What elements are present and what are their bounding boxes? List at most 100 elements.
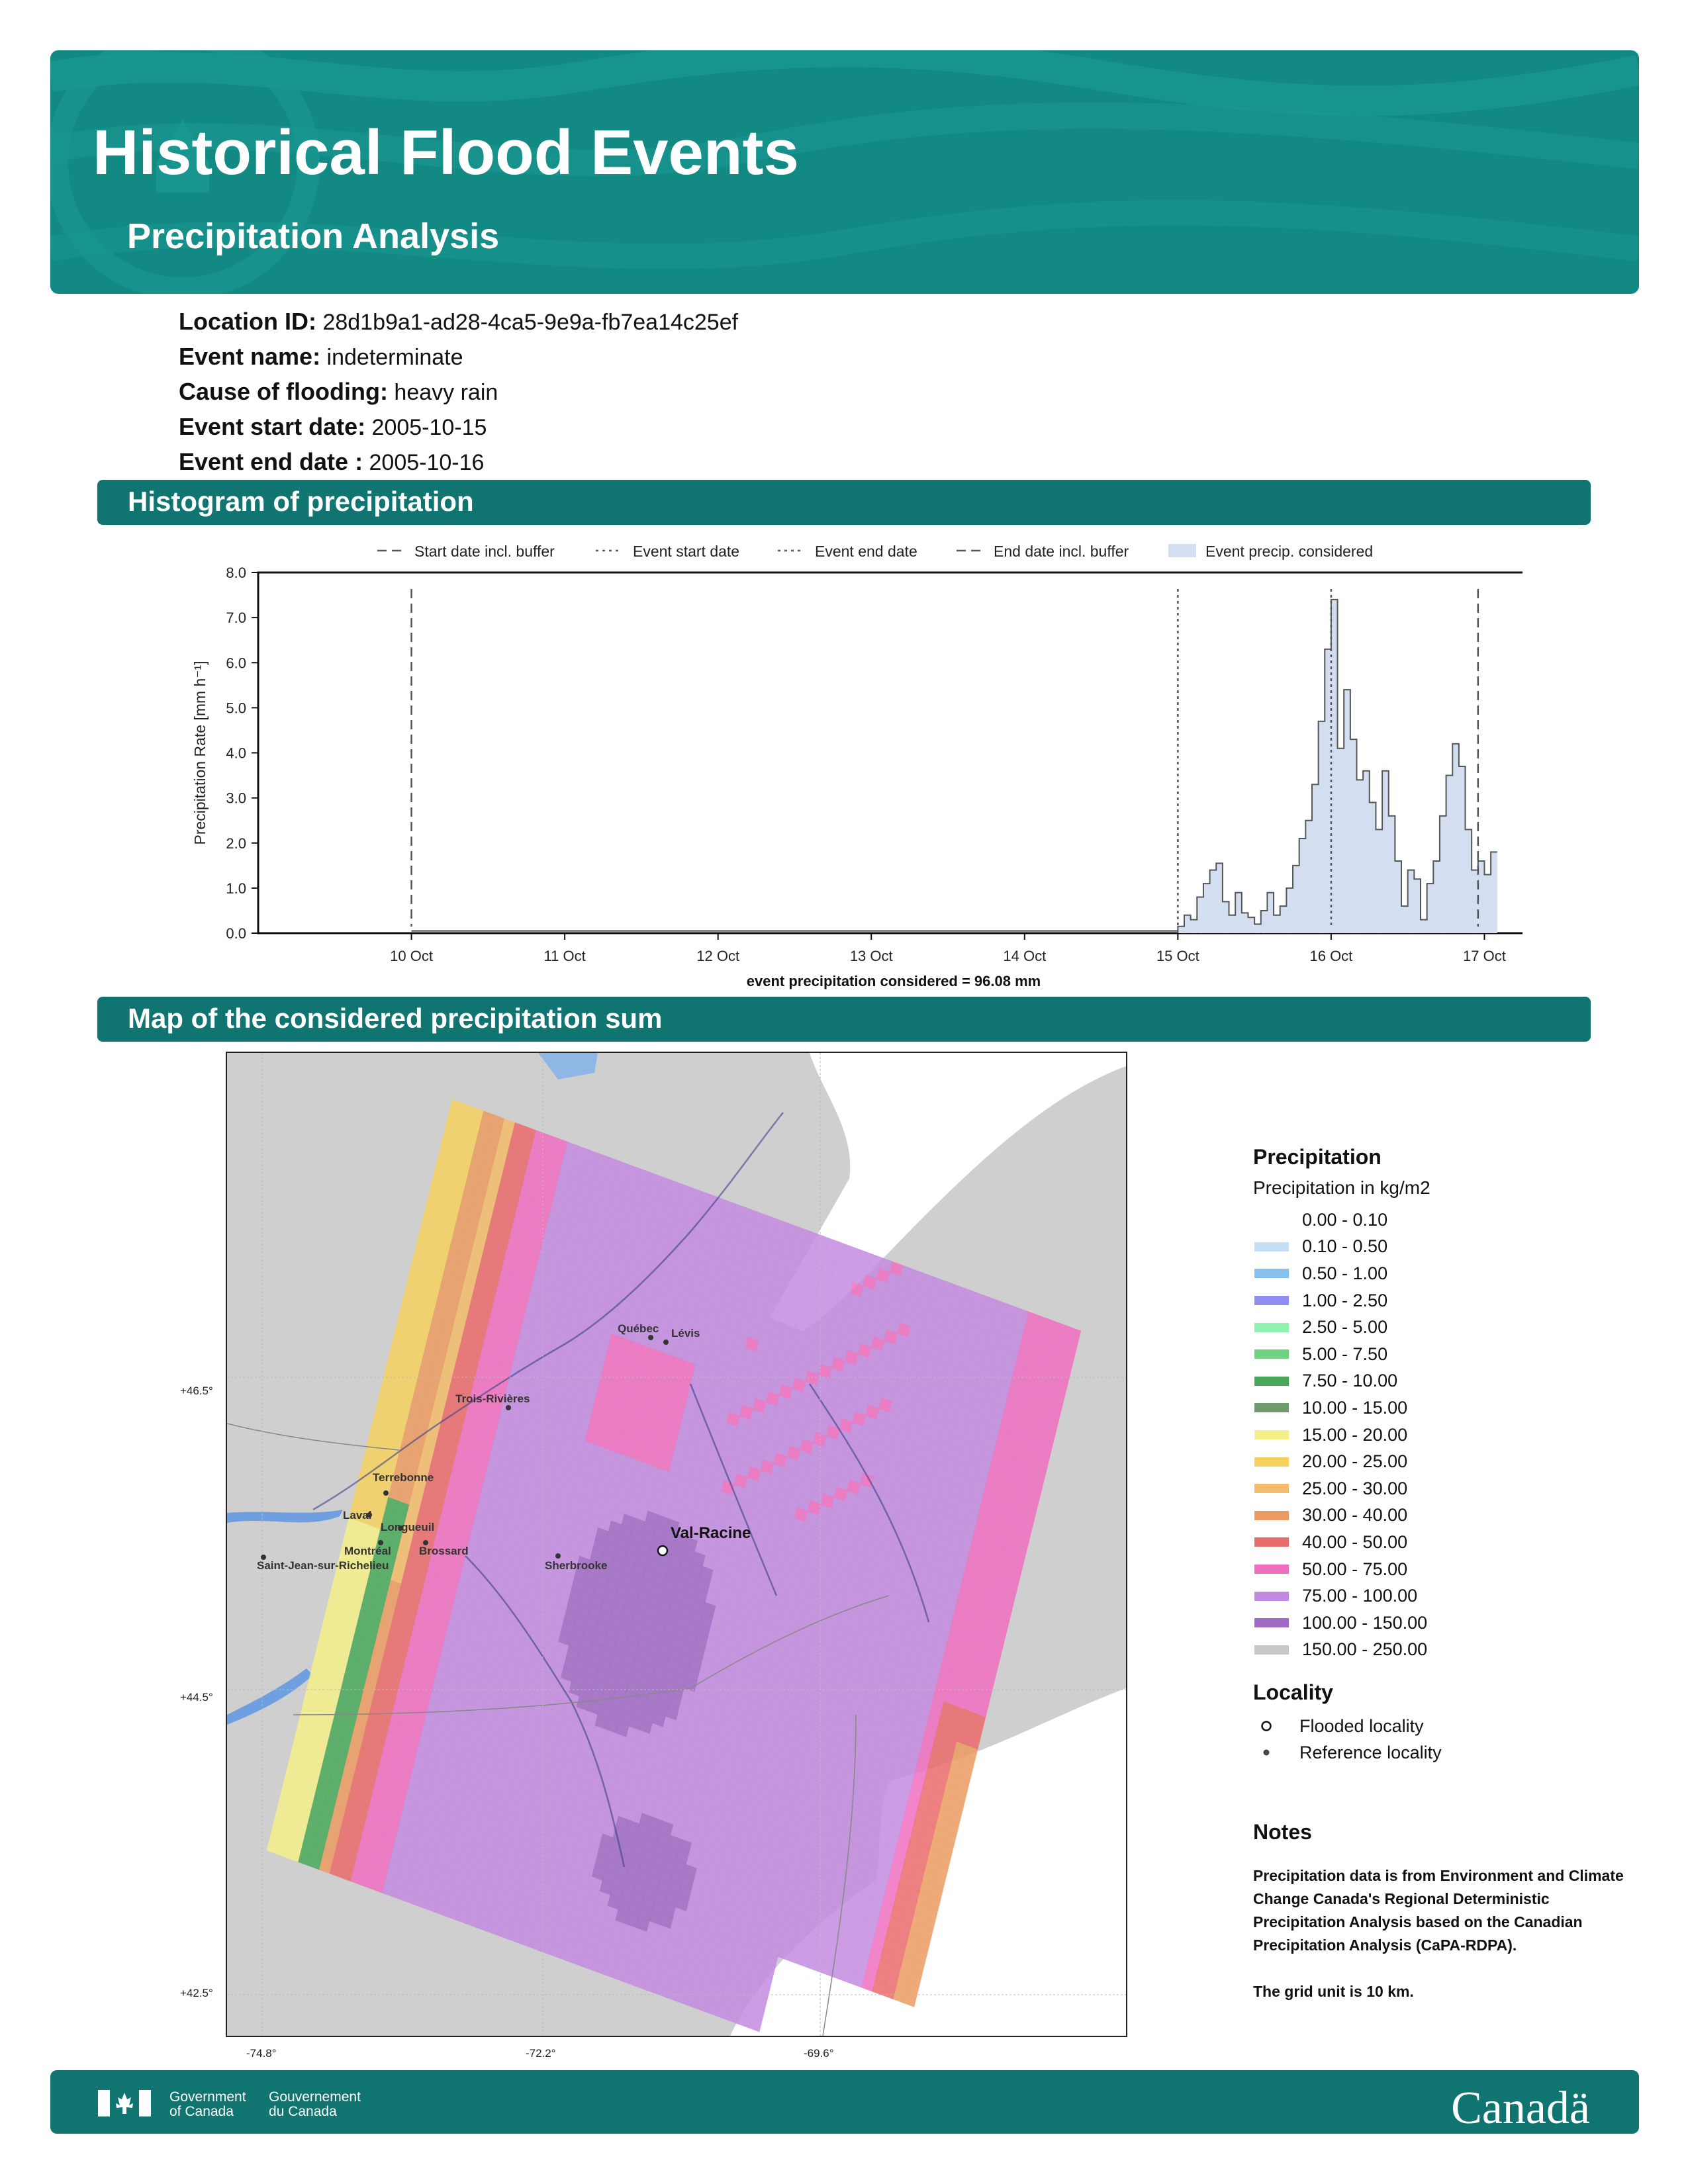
- legend-item-label: 0.00 - 0.10: [1302, 1209, 1388, 1230]
- precip-bar: [1203, 884, 1210, 933]
- legend-item: 0.10 - 0.50: [1253, 1234, 1624, 1261]
- precip-bar: [1376, 829, 1383, 933]
- precip-bar: [1446, 775, 1453, 933]
- map-legend: Precipitation Precipitation in kg/m2 0.0…: [1253, 1145, 1624, 1766]
- reference-locality-label: Longueuil: [381, 1521, 434, 1533]
- lon-label-74: -74.8°: [246, 2047, 277, 2060]
- gov-fr: Gouvernement du Canada: [269, 2090, 361, 2119]
- cause-label: Cause of flooding:: [179, 378, 388, 405]
- legend-item: 0.00 - 0.10: [1253, 1206, 1624, 1234]
- reference-locality-label: Brossard: [419, 1545, 469, 1557]
- reference-locality-dot: [555, 1553, 561, 1559]
- legend-swatch: [1254, 1269, 1289, 1279]
- reference-locality-dot: [663, 1340, 669, 1345]
- legend-swatch: [1254, 1376, 1289, 1386]
- legend-item: 1.00 - 2.50: [1253, 1287, 1624, 1314]
- legend-label-1: Event start date: [633, 543, 739, 560]
- legend-item: 7.50 - 10.00: [1253, 1368, 1624, 1395]
- legend-flooded-locality: Flooded locality: [1253, 1713, 1624, 1739]
- gov-fr-line2: du Canada: [269, 2104, 337, 2119]
- legend-item-label: 7.50 - 10.00: [1302, 1371, 1398, 1391]
- reference-locality-dot: [506, 1405, 511, 1410]
- lon-label-72: -72.2°: [526, 2047, 556, 2060]
- legend-item: 25.00 - 30.00: [1253, 1475, 1624, 1502]
- legend-item: 10.00 - 15.00: [1253, 1394, 1624, 1422]
- xtick-label-3: 13 Oct: [850, 948, 893, 964]
- legend-reference-locality: Reference locality: [1253, 1739, 1624, 1766]
- flooded-locality-label: Flooded locality: [1299, 1715, 1424, 1736]
- legend-item-label: 30.00 - 40.00: [1302, 1505, 1408, 1525]
- precip-bar: [1178, 926, 1184, 933]
- map-section-header: Map of the considered precipitation sum: [97, 997, 1591, 1042]
- legend-item-label: 10.00 - 15.00: [1302, 1397, 1408, 1418]
- locality-legend-title: Locality: [1253, 1680, 1333, 1705]
- precip-bar: [1356, 780, 1364, 933]
- ytick-label-4: 4.0: [226, 745, 246, 762]
- gov-en: Government of Canada: [169, 2090, 246, 2119]
- legend-subtitle: Precipitation in kg/m2: [1253, 1177, 1430, 1198]
- precip-bar: [1452, 743, 1459, 933]
- legend-swatch: [1254, 1322, 1289, 1332]
- event-metadata: Location ID: 28d1b9a1-ad28-4ca5-9e9a-fb7…: [179, 304, 738, 480]
- map-canvas: Québec Lévis Trois-Rivières Terrebonne Laval…: [227, 1053, 1126, 2036]
- gov-en-line2: of Canada: [169, 2104, 234, 2119]
- precip-bar: [1331, 599, 1338, 933]
- precip-bar: [1286, 887, 1293, 933]
- precip-bar: [1401, 906, 1408, 933]
- precip-bar: [1344, 690, 1350, 933]
- legend-swatch: [1254, 1591, 1289, 1601]
- precip-bar: [1190, 919, 1197, 933]
- ytick-label-5: 5.0: [226, 700, 246, 716]
- legend-item: 40.00 - 50.00: [1253, 1529, 1624, 1556]
- ytick-label-3: 3.0: [226, 790, 246, 807]
- start-date-row: Event start date: 2005-10-15: [179, 410, 738, 445]
- event-name-label: Event name:: [179, 343, 321, 370]
- reference-locality-label: Montréal: [344, 1545, 391, 1557]
- legend-item: 30.00 - 40.00: [1253, 1502, 1624, 1529]
- legend-swatch: [1254, 1430, 1289, 1440]
- precip-bar: [1260, 910, 1268, 933]
- precip-bar: [1274, 915, 1280, 933]
- precip-bar: [1325, 649, 1331, 933]
- header-banner: Historical Flood Events Precipitation An…: [50, 50, 1639, 294]
- legend-item: 20.00 - 25.00: [1253, 1448, 1624, 1475]
- ytick-label-6: 6.0: [226, 655, 246, 671]
- precip-bar: [1235, 892, 1242, 933]
- ytick-label-0: 0.0: [226, 925, 246, 942]
- lat-label-46: +46.5°: [180, 1385, 213, 1397]
- precip-bar: [1350, 739, 1357, 933]
- reference-locality-label: Terrebonne: [373, 1471, 434, 1484]
- legend-item: 150.00 - 250.00: [1253, 1637, 1624, 1664]
- location-id-value: 28d1b9a1-ad28-4ca5-9e9a-fb7ea14c25ef: [322, 310, 739, 335]
- histogram-section-header: Histogram of precipitation: [97, 480, 1591, 525]
- precipitation-map[interactable]: Québec Lévis Trois-Rivières Terrebonne Laval…: [226, 1052, 1127, 2037]
- cause-value: heavy rain: [394, 380, 498, 405]
- end-date-label: Event end date :: [179, 448, 363, 475]
- precip-bar: [1484, 874, 1491, 933]
- precip-bar: [1414, 879, 1421, 933]
- legend-item: 0.50 - 1.00: [1253, 1260, 1624, 1287]
- precip-bar: [1222, 901, 1229, 933]
- reference-locality-dot: [648, 1335, 653, 1340]
- xtick-label-4: 14 Oct: [1003, 948, 1046, 964]
- event-name-value: indeterminate: [326, 345, 463, 370]
- reference-locality-label: Saint-Jean-sur-Richelieu: [257, 1559, 389, 1572]
- gov-en-line1: Government: [169, 2089, 246, 2105]
- legend-title: Precipitation: [1253, 1145, 1382, 1169]
- precip-bar: [1305, 820, 1312, 933]
- precip-bar: [1318, 721, 1325, 933]
- precip-bar: [1197, 897, 1203, 933]
- legend-swatch: [1254, 1484, 1289, 1494]
- precip-bar: [1382, 770, 1389, 933]
- location-id-label: Location ID:: [179, 308, 316, 335]
- flooded-locality-icon: [1261, 1721, 1272, 1731]
- notes-title: Notes: [1253, 1820, 1312, 1844]
- reference-locality-label: Laval: [343, 1509, 371, 1522]
- precip-bar: [1477, 861, 1485, 933]
- precip-bar: [1299, 838, 1306, 933]
- end-date-value: 2005-10-16: [369, 450, 485, 475]
- gov-fr-line1: Gouvernement: [269, 2089, 361, 2105]
- xtick-label-7: 17 Oct: [1463, 948, 1506, 964]
- precip-bar: [1465, 829, 1472, 933]
- xtick-label-5: 15 Oct: [1156, 948, 1199, 964]
